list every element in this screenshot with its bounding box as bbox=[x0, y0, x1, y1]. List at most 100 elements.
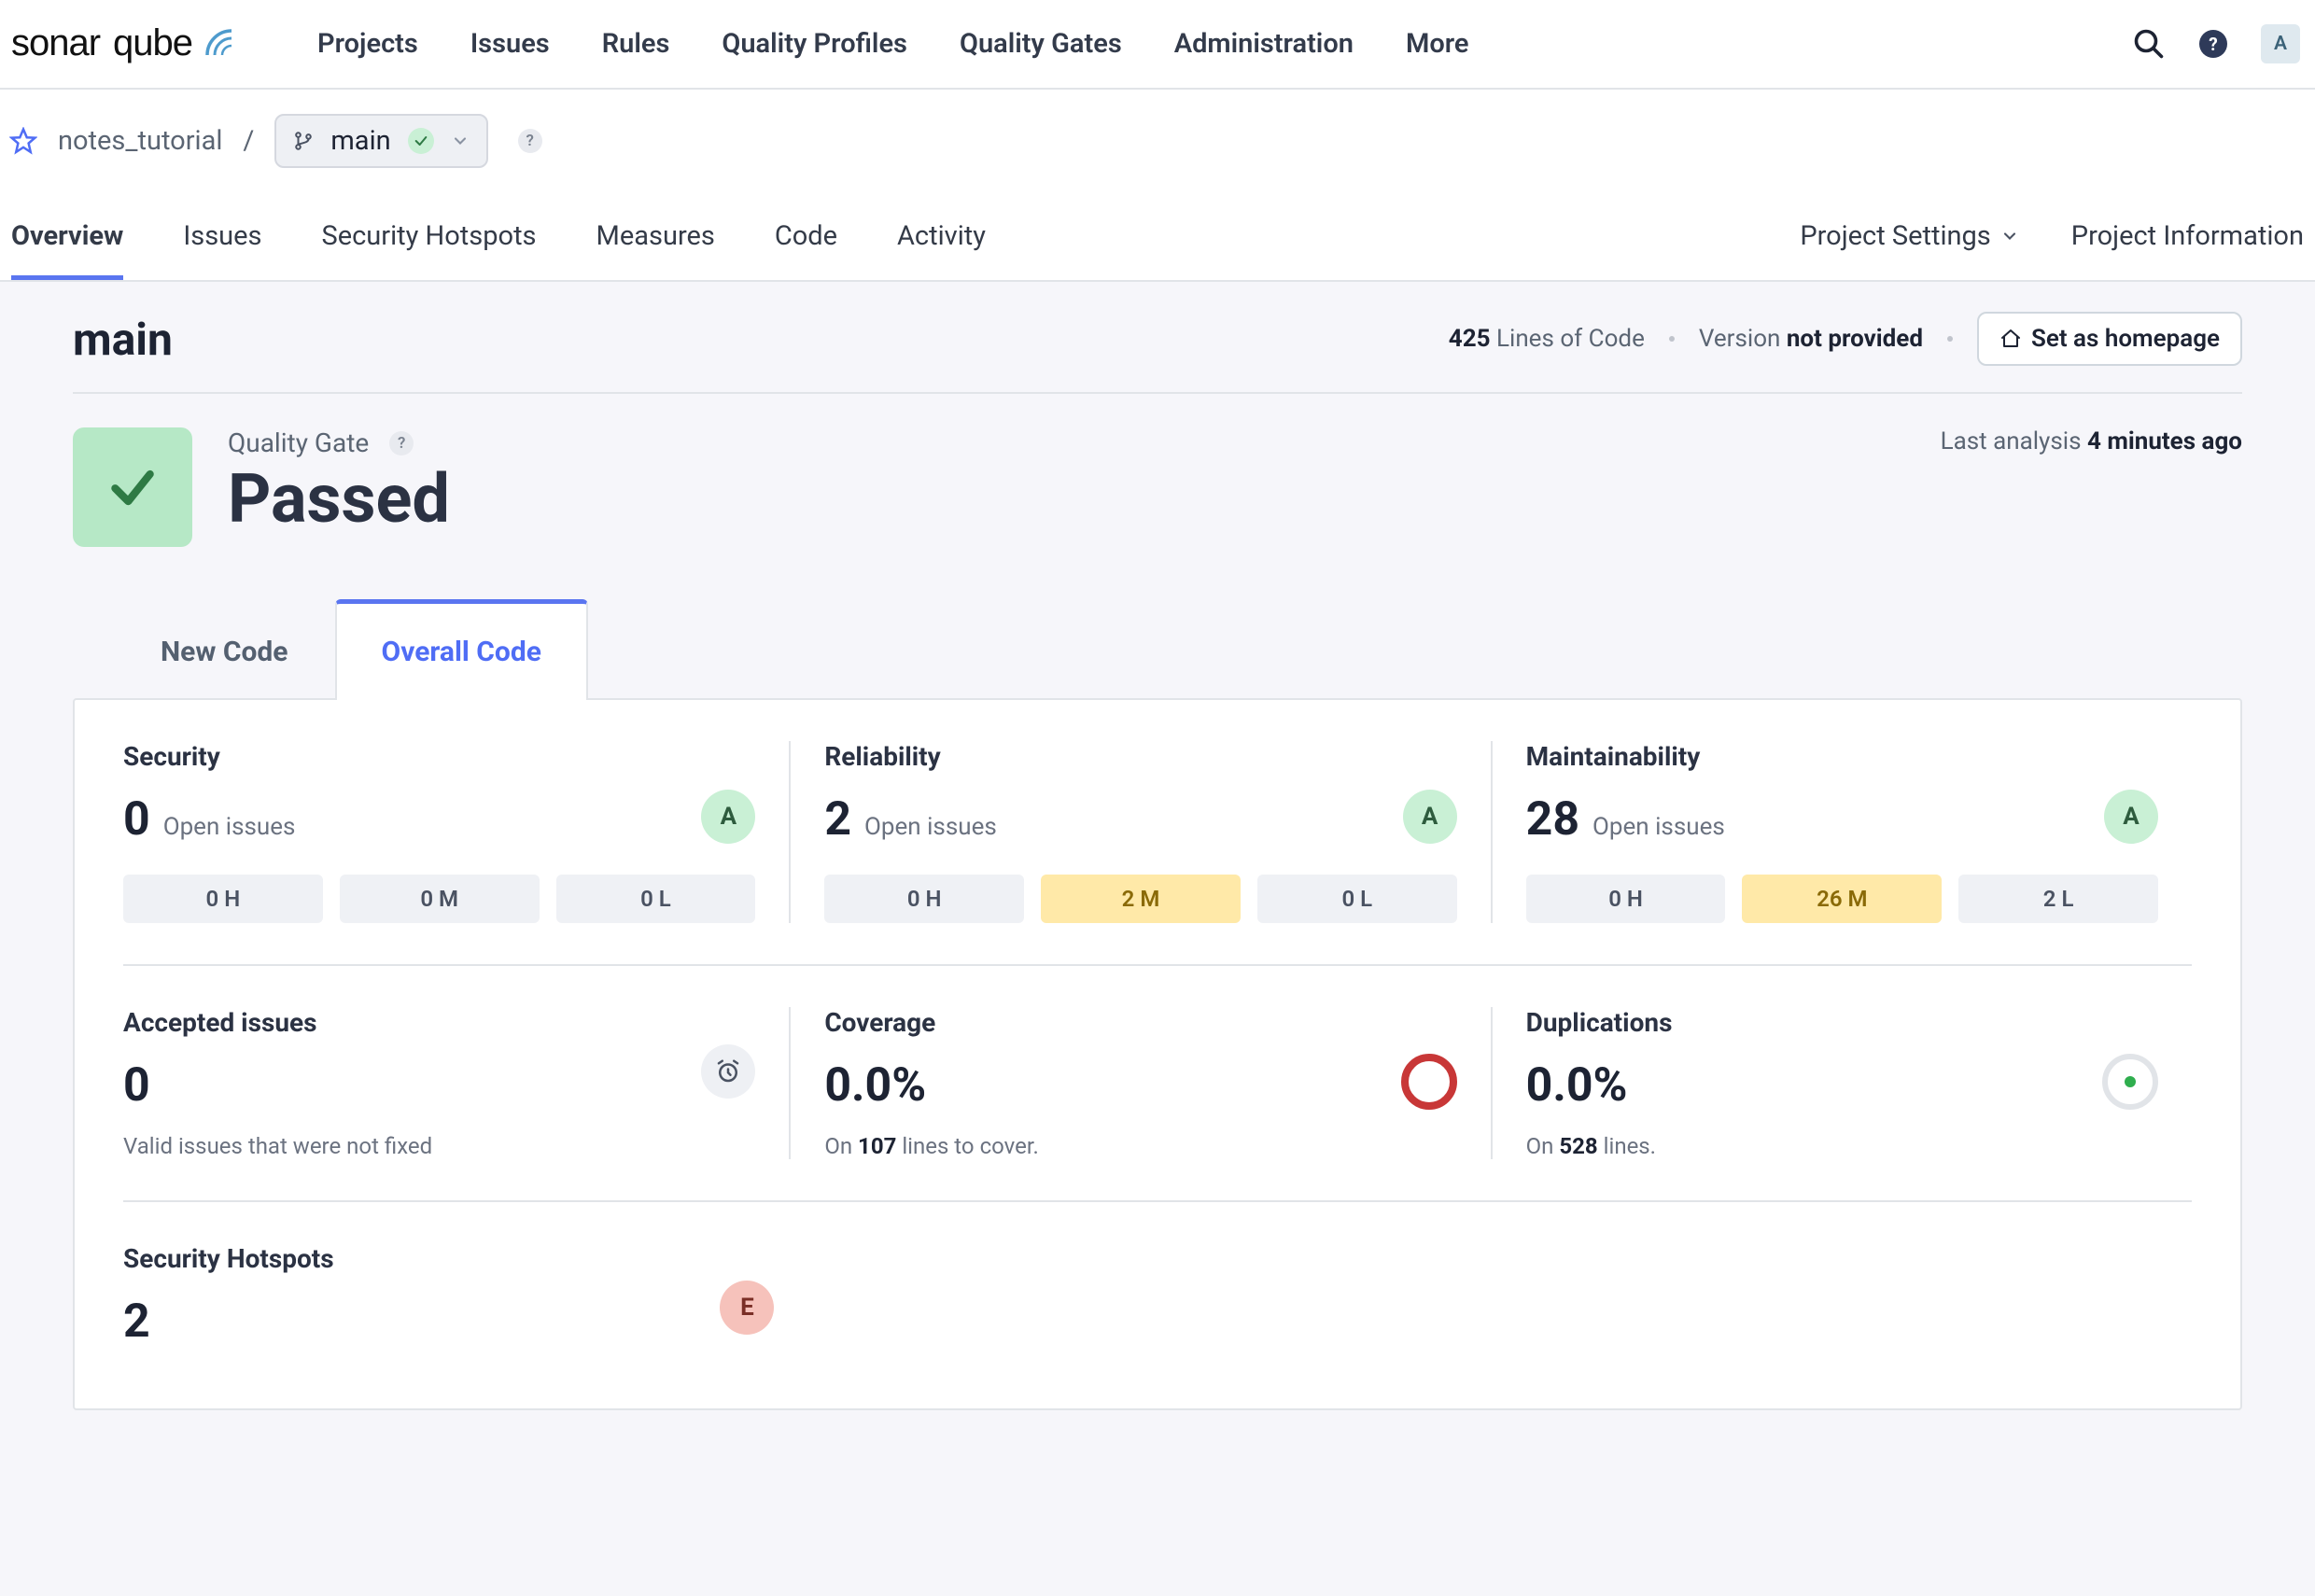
tab-issues[interactable]: Issues bbox=[183, 192, 261, 280]
quality-gate-badge bbox=[73, 427, 192, 547]
nav-administration[interactable]: Administration bbox=[1174, 28, 1354, 60]
quality-gate-status: Passed bbox=[228, 464, 450, 535]
metric-title: Accepted issues bbox=[123, 1007, 755, 1038]
dot-icon bbox=[2125, 1076, 2136, 1087]
coverage-ring-icon bbox=[1401, 1054, 1457, 1110]
last-analysis: Last analysis 4 minutes ago bbox=[1941, 427, 2242, 455]
rating-badge[interactable]: A bbox=[2104, 790, 2158, 844]
last-analysis-value: 4 minutes ago bbox=[2087, 427, 2242, 455]
metric-label: Open issues bbox=[1592, 813, 1725, 841]
main-nav: Projects Issues Rules Quality Profiles Q… bbox=[317, 28, 1469, 60]
severity-chip-high[interactable]: 0 H bbox=[824, 875, 1024, 923]
metric-title: Reliability bbox=[824, 741, 1456, 772]
branch-header: main 425 Lines of Code Version not provi… bbox=[73, 312, 2242, 394]
loc-count: 425 bbox=[1449, 325, 1491, 353]
project-header: notes_tutorial / main ? Overview Issues … bbox=[0, 90, 2315, 282]
svg-text:qube: qube bbox=[113, 22, 192, 63]
search-icon[interactable] bbox=[2132, 27, 2166, 61]
nav-quality-profiles[interactable]: Quality Profiles bbox=[722, 28, 907, 60]
code-scope-tabs: New Code Overall Code bbox=[73, 599, 2242, 700]
nav-more[interactable]: More bbox=[1406, 28, 1469, 60]
severity-chip-medium[interactable]: 2 M bbox=[1041, 875, 1241, 923]
nav-rules[interactable]: Rules bbox=[602, 28, 670, 60]
rating-badge[interactable]: A bbox=[701, 790, 755, 844]
set-homepage-button[interactable]: Set as homepage bbox=[1977, 312, 2242, 366]
tab-new-code[interactable]: New Code bbox=[114, 602, 335, 700]
metric-note: On 528 lines. bbox=[1526, 1133, 2158, 1159]
metric-accepted-issues: Accepted issues 0 Valid issues that were… bbox=[123, 1007, 789, 1159]
metric-value[interactable]: 0.0% bbox=[1526, 1058, 1628, 1113]
tab-project-settings[interactable]: Project Settings bbox=[1800, 192, 2018, 280]
severity-chip-medium[interactable]: 0 M bbox=[340, 875, 540, 923]
metric-title: Maintainability bbox=[1526, 741, 2158, 772]
user-avatar[interactable]: A bbox=[2261, 24, 2300, 63]
home-icon bbox=[1999, 328, 2022, 350]
breadcrumb: notes_tutorial / main ? bbox=[4, 90, 2311, 192]
breadcrumb-project[interactable]: notes_tutorial bbox=[58, 125, 222, 157]
metric-title: Security Hotspots bbox=[123, 1243, 774, 1274]
dot-separator bbox=[1947, 336, 1953, 342]
quality-gate-help-icon[interactable]: ? bbox=[389, 431, 414, 455]
metric-security-hotspots: Security Hotspots 2 E bbox=[123, 1243, 807, 1349]
metric-title: Coverage bbox=[824, 1007, 1456, 1038]
metric-maintainability: Maintainability 28 Open issues A 0 H 26 … bbox=[1491, 741, 2192, 923]
loc-label-text: Lines of Code bbox=[1496, 325, 1645, 353]
nav-projects[interactable]: Projects bbox=[317, 28, 418, 60]
severity-chip-high[interactable]: 0 H bbox=[123, 875, 323, 923]
metric-count[interactable]: 28 bbox=[1526, 792, 1579, 847]
metric-coverage: Coverage 0.0% On 107 lines to cover. bbox=[789, 1007, 1490, 1159]
branch-help-icon[interactable]: ? bbox=[518, 129, 542, 153]
quality-gate-label: Quality Gate bbox=[228, 427, 369, 458]
page-body: main 425 Lines of Code Version not provi… bbox=[0, 282, 2315, 1448]
version-label: Version bbox=[1699, 325, 1781, 353]
nav-quality-gates[interactable]: Quality Gates bbox=[960, 28, 1122, 60]
sonarqube-logo[interactable]: sonarqube bbox=[7, 20, 246, 68]
last-analysis-label: Last analysis bbox=[1941, 427, 2082, 455]
favorite-star-icon[interactable] bbox=[9, 127, 37, 155]
metric-reliability: Reliability 2 Open issues A 0 H 2 M 0 L bbox=[789, 741, 1490, 923]
severity-chip-medium[interactable]: 26 M bbox=[1742, 875, 1942, 923]
accepted-icon bbox=[701, 1044, 755, 1099]
quality-gate-section: Quality Gate ? Passed Last analysis 4 mi… bbox=[73, 394, 2242, 547]
rating-badge[interactable]: A bbox=[1403, 790, 1457, 844]
tab-label: Project Settings bbox=[1800, 220, 1990, 252]
severity-chip-low[interactable]: 0 L bbox=[1257, 875, 1457, 923]
metric-title: Duplications bbox=[1526, 1007, 2158, 1038]
check-icon bbox=[408, 128, 434, 154]
chevron-down-icon bbox=[451, 132, 470, 150]
tab-project-information[interactable]: Project Information bbox=[2071, 192, 2304, 280]
chevron-down-icon bbox=[2000, 227, 2019, 245]
tab-code[interactable]: Code bbox=[775, 192, 837, 280]
metric-value[interactable]: 0.0% bbox=[824, 1058, 926, 1113]
tab-security-hotspots[interactable]: Security Hotspots bbox=[322, 192, 537, 280]
branch-selector[interactable]: main bbox=[274, 114, 487, 168]
tab-overall-code[interactable]: Overall Code bbox=[335, 599, 588, 700]
branch-name: main bbox=[330, 125, 390, 157]
project-tabs: Overview Issues Security Hotspots Measur… bbox=[4, 192, 2311, 280]
nav-issues[interactable]: Issues bbox=[470, 28, 550, 60]
metric-label: Open issues bbox=[163, 813, 296, 841]
metric-title: Security bbox=[123, 741, 755, 772]
metric-count[interactable]: 0 bbox=[123, 1058, 150, 1113]
severity-chip-low[interactable]: 0 L bbox=[556, 875, 756, 923]
metric-count[interactable]: 0 bbox=[123, 792, 150, 847]
branch-icon bbox=[293, 128, 314, 154]
metric-count[interactable]: 2 bbox=[824, 792, 851, 847]
duplications-ring-icon bbox=[2102, 1054, 2158, 1110]
metric-duplications: Duplications 0.0% On 528 lines. bbox=[1491, 1007, 2192, 1159]
tab-measures[interactable]: Measures bbox=[596, 192, 715, 280]
metrics-panel: Security 0 Open issues A 0 H 0 M 0 L Rel… bbox=[73, 698, 2242, 1410]
severity-chip-low[interactable]: 2 L bbox=[1958, 875, 2158, 923]
tab-overview[interactable]: Overview bbox=[11, 192, 123, 280]
version-value: not provided bbox=[1787, 325, 1923, 353]
severity-chip-high[interactable]: 0 H bbox=[1526, 875, 1726, 923]
metric-count[interactable]: 2 bbox=[123, 1295, 150, 1349]
metric-security: Security 0 Open issues A 0 H 0 M 0 L bbox=[123, 741, 789, 923]
metric-note: On 107 lines to cover. bbox=[824, 1133, 1456, 1159]
help-icon[interactable]: ? bbox=[2199, 30, 2227, 58]
page-title: main bbox=[73, 313, 173, 366]
tab-activity[interactable]: Activity bbox=[897, 192, 986, 280]
set-homepage-label: Set as homepage bbox=[2031, 325, 2220, 353]
breadcrumb-separator: / bbox=[243, 125, 254, 157]
metric-label: Open issues bbox=[864, 813, 997, 841]
